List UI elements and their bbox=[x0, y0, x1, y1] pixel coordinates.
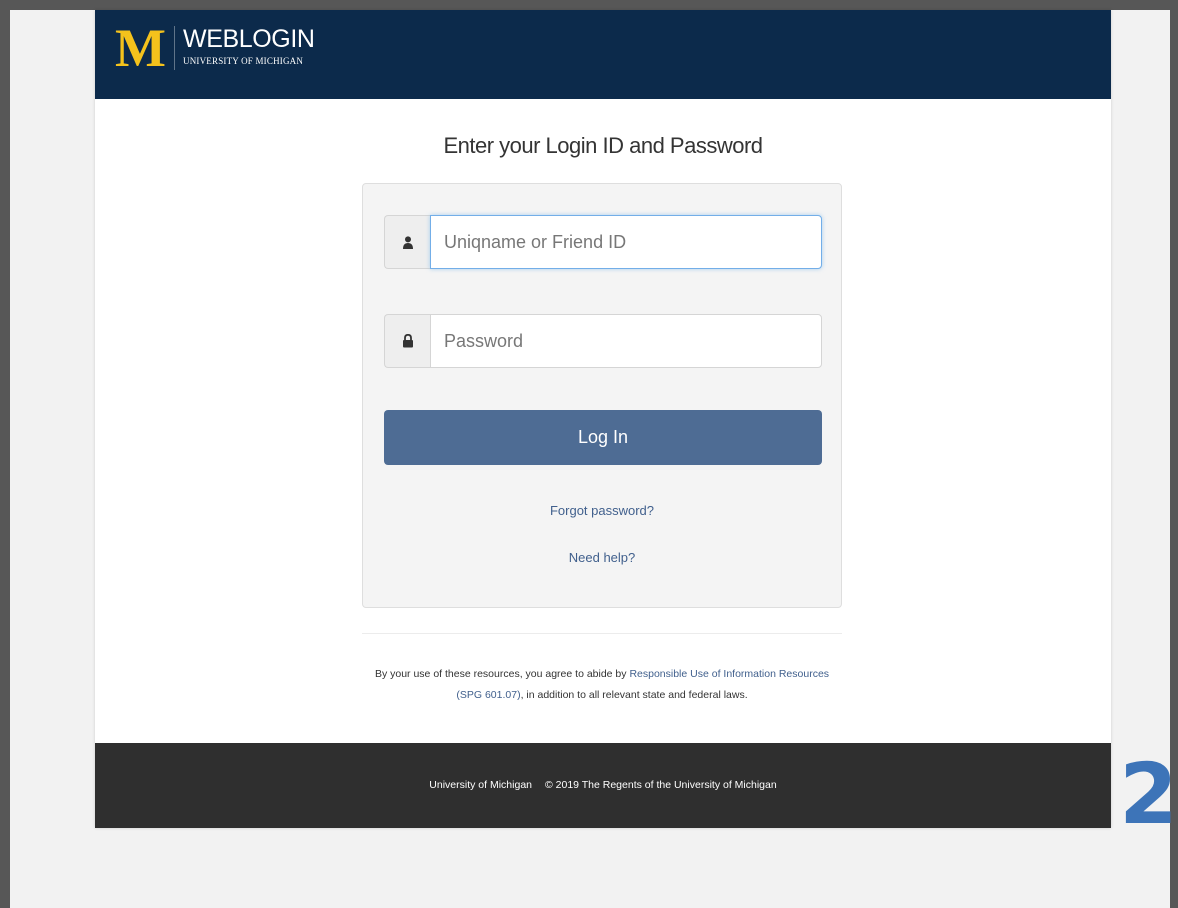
uniqname-addon bbox=[384, 215, 430, 269]
uniqname-field-group bbox=[384, 215, 822, 269]
footer-regents: The Regents of the University of Michiga… bbox=[581, 779, 777, 791]
login-card: Log In Forgot password? Need help? bbox=[362, 183, 842, 608]
footer: University of Michigan © 2019 The Regents… bbox=[95, 743, 1111, 828]
login-heading: Enter your Login ID and Password bbox=[443, 133, 763, 158]
university-brand: M WEBLOGIN UNIVERSITY OF MICHIGAN bbox=[115, 18, 315, 78]
terms-notice: By your use of these resources, you agre… bbox=[362, 664, 842, 706]
lock-icon bbox=[402, 334, 414, 348]
password-field-group bbox=[384, 314, 822, 368]
university-name: UNIVERSITY OF MICHIGAN bbox=[183, 56, 304, 66]
forgot-password-link[interactable]: Forgot password? bbox=[363, 503, 841, 519]
password-addon bbox=[384, 314, 430, 368]
step-number-overlay: 2 bbox=[1119, 745, 1177, 843]
need-help-link[interactable]: Need help? bbox=[363, 550, 841, 566]
brand-text: WEBLOGIN UNIVERSITY OF MICHIGAN bbox=[183, 26, 315, 67]
user-icon bbox=[402, 235, 414, 249]
terms-prefix: By your use of these resources, you agre… bbox=[374, 668, 630, 680]
footer-copyright: © 2019 bbox=[545, 779, 580, 791]
terms-suffix: , in addition to all relevant state and … bbox=[520, 689, 748, 701]
footer-university: University of Michigan bbox=[429, 779, 532, 791]
michigan-m-logo: M bbox=[115, 18, 166, 78]
log-in-button[interactable]: Log In bbox=[384, 410, 822, 465]
weblogin-page: M WEBLOGIN UNIVERSITY OF MICHIGAN Enter … bbox=[95, 10, 1111, 828]
password-input[interactable] bbox=[430, 314, 822, 368]
uniqname-input[interactable] bbox=[430, 215, 822, 269]
top-header: M WEBLOGIN UNIVERSITY OF MICHIGAN bbox=[95, 10, 1111, 99]
weblogin-title: WEBLOGIN bbox=[183, 25, 315, 53]
content-separator bbox=[362, 633, 842, 634]
logo-divider bbox=[174, 26, 175, 70]
